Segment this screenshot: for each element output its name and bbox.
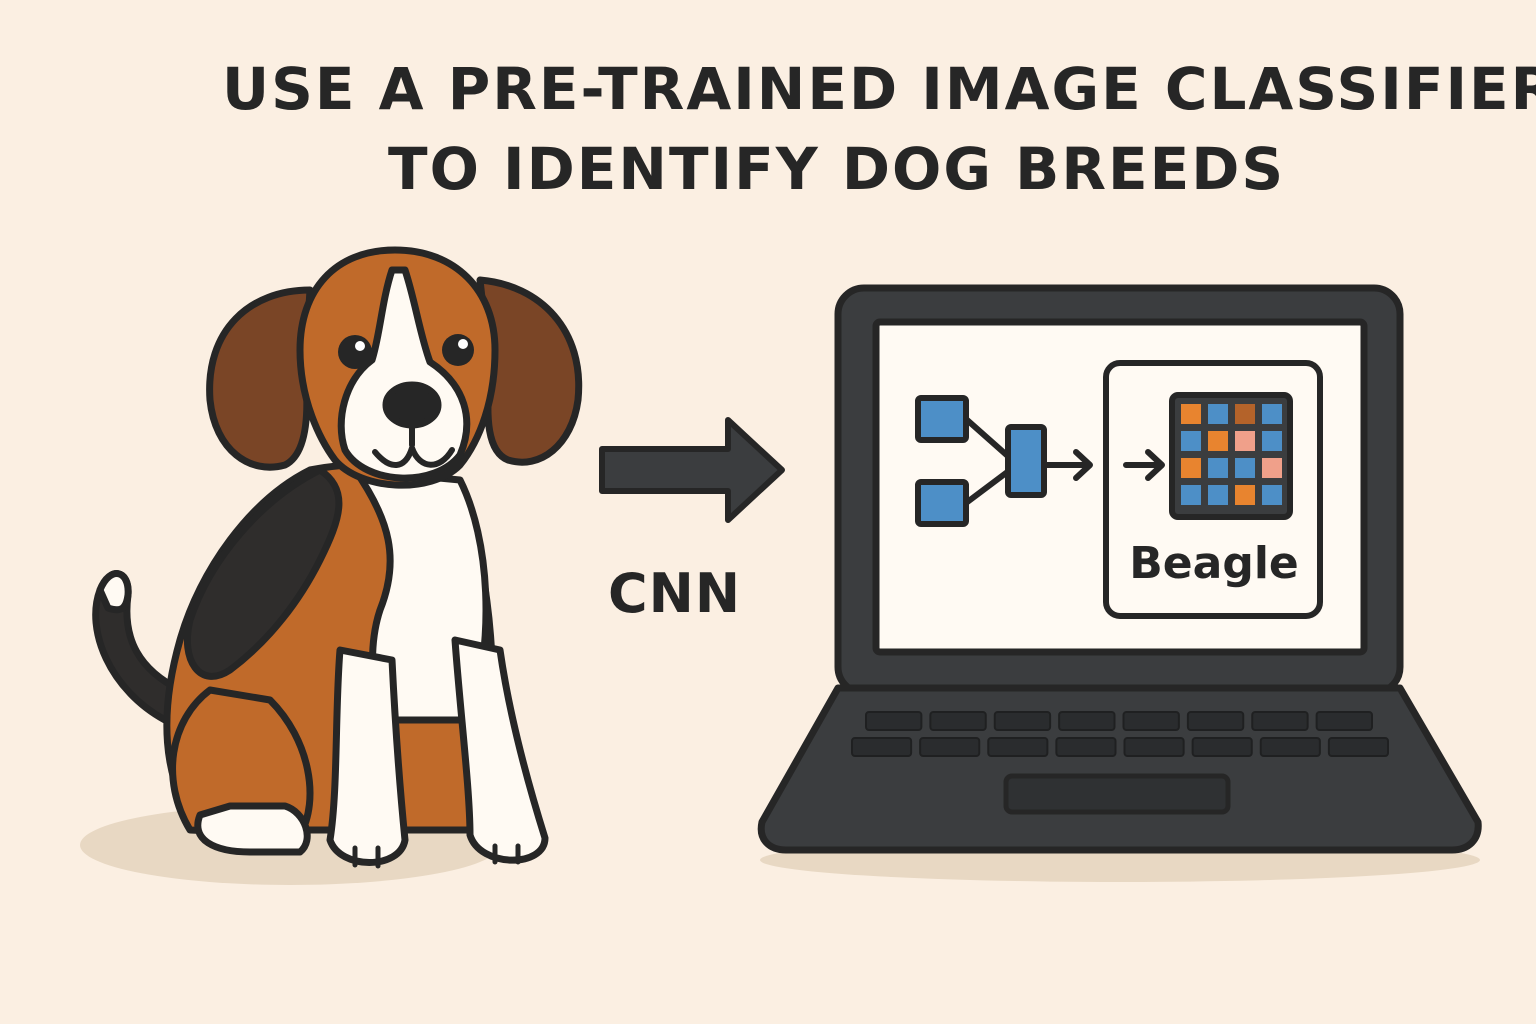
cnn-label: CNN <box>608 562 742 625</box>
grid-cell <box>1181 404 1201 424</box>
dog-nose <box>382 381 442 429</box>
grid-cell <box>1262 458 1282 478</box>
laptop-trackpad <box>1003 773 1231 815</box>
grid-cell <box>1262 431 1282 451</box>
hidden-node <box>1005 424 1047 498</box>
dog-back-paw <box>194 802 311 856</box>
keyboard-key <box>1058 711 1116 731</box>
keyboard-key <box>1251 711 1309 731</box>
grid-cell <box>1235 458 1255 478</box>
keyboard-key <box>993 711 1052 731</box>
grid-cell <box>1181 485 1201 505</box>
predicted-breed-label: Beagle <box>1129 538 1299 589</box>
grid-cell <box>1235 404 1255 424</box>
grid-cell <box>1262 485 1282 505</box>
dog-front-leg-right <box>451 636 549 864</box>
input-node-top <box>915 395 969 443</box>
keyboard-key <box>1315 711 1373 731</box>
grid-cell <box>1181 431 1201 451</box>
keyboard-key <box>1191 737 1253 757</box>
keyboard-key <box>1122 711 1180 731</box>
grid-cell <box>1208 431 1228 451</box>
keyboard-key <box>1259 737 1321 757</box>
keyboard-key <box>1123 737 1185 757</box>
dog-ear-left <box>206 286 314 471</box>
grid-cell <box>1208 458 1228 478</box>
grid-cell <box>1235 431 1255 451</box>
flow-arrow <box>599 417 785 523</box>
keyboard-key <box>851 737 913 757</box>
input-node-bottom <box>915 479 969 527</box>
dog-eye-left <box>338 335 372 369</box>
keyboard-key <box>865 711 923 731</box>
grid-cell <box>1235 485 1255 505</box>
keyboard-key <box>919 737 981 757</box>
grid-cell <box>1208 485 1228 505</box>
keyboard-key <box>929 711 987 731</box>
grid-cell <box>1181 458 1201 478</box>
keyboard-key <box>1327 737 1389 757</box>
diagram-scene <box>80 246 1482 885</box>
beagle-illustration <box>80 246 583 885</box>
keyboard-key <box>987 737 1049 757</box>
grid-cell <box>1208 404 1228 424</box>
keyboard-key <box>1186 711 1245 731</box>
grid-cell <box>1262 404 1282 424</box>
dog-front-leg-left <box>326 646 409 866</box>
keyboard-key <box>1055 737 1117 757</box>
dog-eye-right <box>442 334 474 366</box>
